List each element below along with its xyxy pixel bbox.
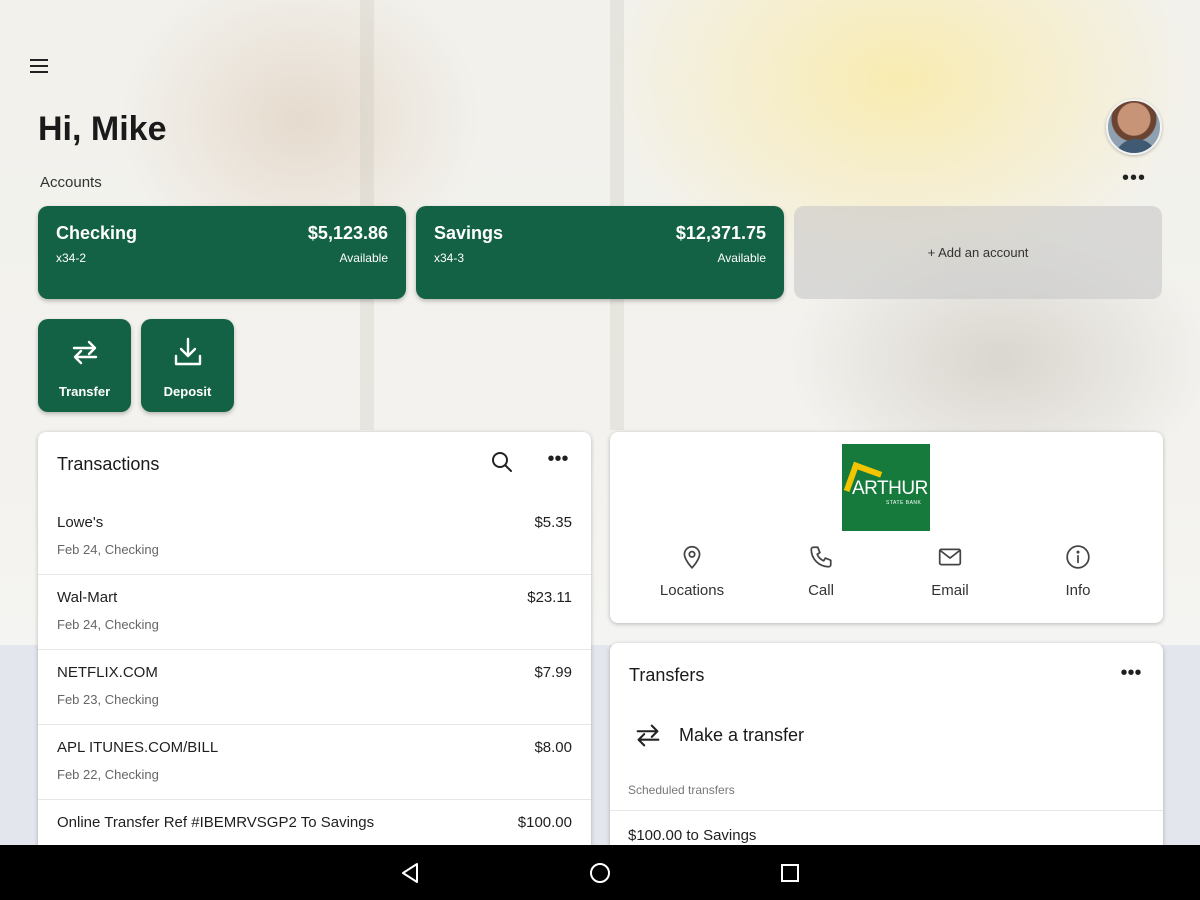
transactions-title: Transactions [57, 454, 160, 474]
recent-apps-icon[interactable] [776, 859, 804, 887]
transaction-description: APL ITUNES.COM/BILL [57, 739, 219, 756]
transaction-row[interactable]: Wal-Mart Feb 24, Checking $23.11 [38, 575, 591, 650]
transaction-description: Online Transfer Ref #IBEMRVSGP2 To Savin… [57, 814, 375, 831]
transaction-description: Wal-Mart [57, 589, 118, 606]
divider [610, 810, 1163, 811]
account-name: Savings [434, 223, 504, 243]
account-number: x34-2 [56, 251, 87, 265]
info-label: Info [1065, 582, 1091, 599]
call-label: Call [808, 582, 834, 599]
transaction-amount: $5.35 [534, 514, 572, 531]
account-card-savings[interactable]: Savings x34-3 $12,371.75 Available [416, 206, 784, 299]
make-transfer-button[interactable]: Make a transfer [632, 719, 932, 753]
account-card-checking[interactable]: Checking x34-2 $5,123.86 Available [38, 206, 406, 299]
account-balance-status: Available [339, 251, 388, 265]
transactions-more-icon[interactable]: ••• [544, 449, 572, 469]
transfer-arrows-icon [636, 724, 660, 747]
transaction-amount: $23.11 [527, 589, 572, 606]
account-balance: $12,371.75 [675, 223, 766, 243]
bank-logo-text: ARTHUR [852, 478, 928, 499]
transaction-amount: $8.00 [534, 739, 572, 756]
accounts-label: Accounts [40, 174, 102, 191]
transaction-row[interactable]: APL ITUNES.COM/BILL Feb 22, Checking $8.… [38, 725, 591, 800]
transfer-arrows-icon [72, 340, 98, 365]
email-button[interactable]: Email [890, 544, 1010, 599]
transaction-row[interactable]: NETFLIX.COM Feb 23, Checking $7.99 [38, 650, 591, 725]
home-icon[interactable] [586, 859, 614, 887]
email-label: Email [931, 582, 969, 599]
account-number: x34-3 [434, 251, 465, 265]
transaction-meta: Feb 22, Checking [57, 767, 159, 782]
hamburger-menu-icon[interactable] [30, 54, 56, 78]
transaction-meta: Feb 24, Checking [57, 542, 159, 557]
phone-icon [810, 546, 832, 568]
deposit-button[interactable]: Deposit [141, 319, 234, 412]
locations-button[interactable]: Locations [632, 544, 752, 599]
deposit-download-icon [174, 337, 202, 366]
transfer-button-label: Transfer [58, 384, 111, 399]
transaction-amount: $100.00 [517, 814, 572, 831]
transaction-description: Lowe's [57, 514, 104, 531]
back-icon[interactable] [397, 859, 425, 887]
transaction-description: NETFLIX.COM [57, 664, 158, 681]
account-name: Checking [56, 223, 138, 243]
deposit-button-label: Deposit [163, 384, 212, 399]
locations-label: Locations [659, 582, 725, 599]
user-avatar[interactable] [1106, 99, 1162, 155]
add-account-button[interactable]: + Add an account [794, 206, 1162, 299]
scheduled-transfers-label: Scheduled transfers [628, 783, 735, 797]
account-balance-status: Available [717, 251, 766, 265]
envelope-icon [938, 548, 962, 566]
transaction-meta: Feb 24, Checking [57, 617, 159, 632]
transfers-title: Transfers [629, 665, 705, 685]
accounts-more-icon[interactable]: ••• [1120, 168, 1148, 190]
bank-logo: ARTHUR STATE BANK [842, 444, 930, 531]
transaction-amount: $7.99 [534, 664, 572, 681]
greeting-title: Hi, Mike [38, 110, 167, 148]
transaction-meta: Feb 23, Checking [57, 692, 159, 707]
transfers-card: Transfers ••• Make a transfer Scheduled … [610, 643, 1163, 863]
call-button[interactable]: Call [761, 544, 881, 599]
transfer-button[interactable]: Transfer [38, 319, 131, 412]
transactions-card: Transactions Lowe's Feb 24, Checking $5.… [38, 432, 591, 862]
scheduled-transfer-item[interactable]: $100.00 to Savings [628, 827, 756, 844]
make-transfer-label: Make a transfer [679, 725, 805, 745]
transfers-more-icon[interactable]: ••• [1117, 663, 1145, 683]
bank-logo-subtext: STATE BANK [886, 500, 922, 506]
info-button[interactable]: Info [1018, 544, 1138, 599]
system-navigation-bar [0, 845, 1200, 900]
location-pin-icon [683, 545, 701, 569]
transaction-row[interactable]: Lowe's Feb 24, Checking $5.35 [38, 500, 591, 575]
info-icon [1066, 545, 1090, 569]
search-icon[interactable] [490, 450, 514, 474]
account-balance: $5,123.86 [307, 223, 388, 243]
